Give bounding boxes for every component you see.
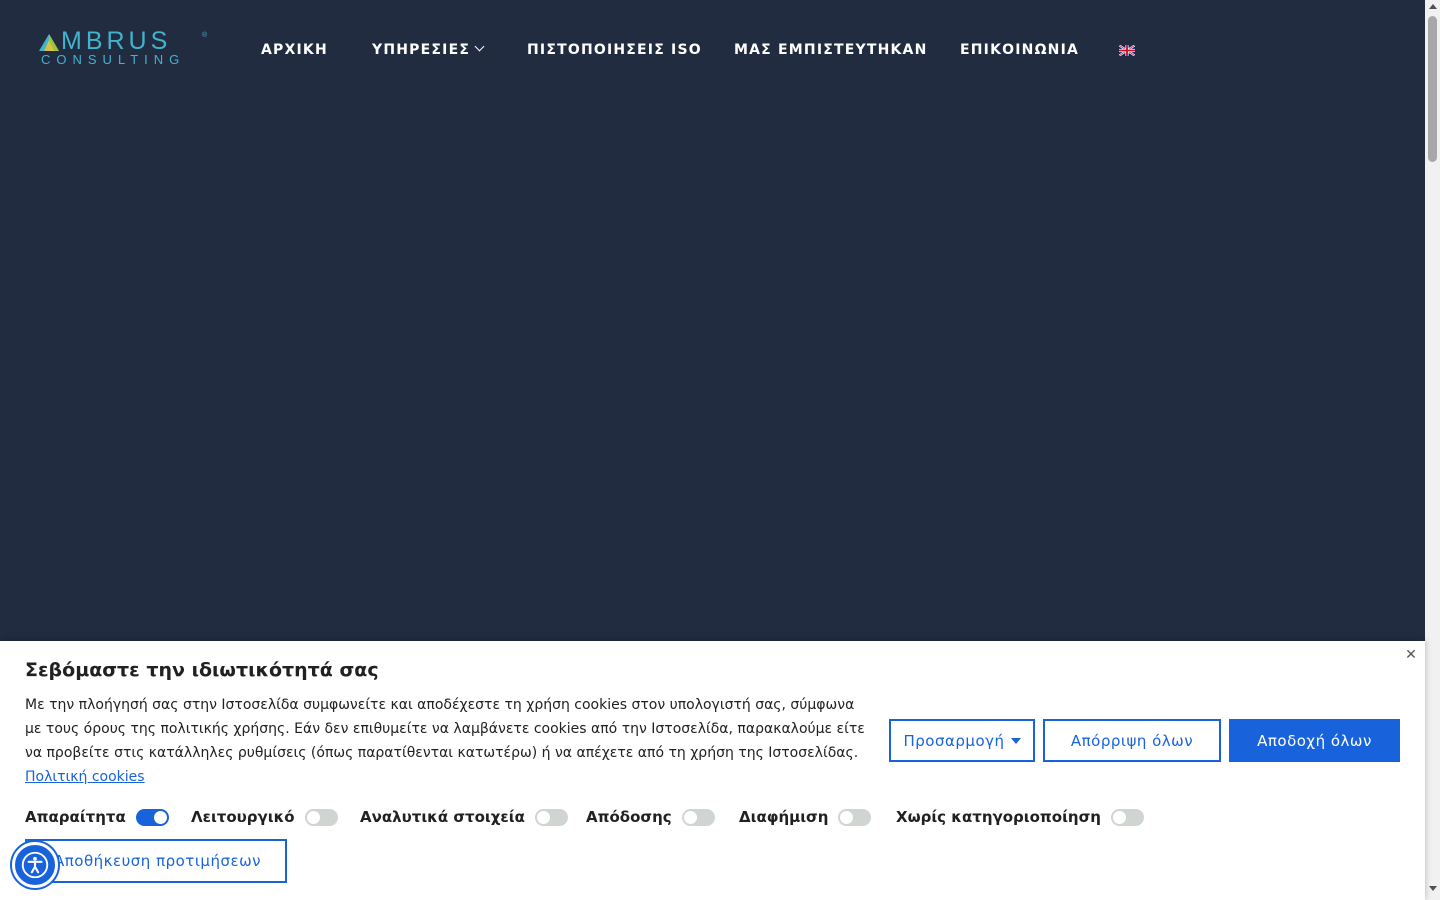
reject-all-button[interactable]: Απόρριψη όλων <box>1043 719 1221 762</box>
toggle-necessary[interactable] <box>135 808 169 826</box>
close-icon[interactable]: ✕ <box>1402 645 1420 663</box>
cookie-category-analytics: Αναλυτικά στοιχεία <box>360 807 568 827</box>
accessibility-figure-icon <box>21 851 49 879</box>
nav-item-iso-certifications[interactable]: ΠΙΣΤΟΠΟΙΗΣΕΙΣ ISO <box>527 42 702 58</box>
uk-flag-icon[interactable] <box>1119 45 1135 56</box>
chevron-down-icon <box>474 41 485 52</box>
cookie-title: Σεβόμαστε την ιδιωτικότητά σας <box>25 659 379 681</box>
nav-item-home[interactable]: ΑΡΧΙΚΗ <box>261 42 328 58</box>
cookie-category-advertising: Διαφήμιση <box>739 807 872 827</box>
save-preferences-button[interactable]: Αποθήκευση προτιμήσεων <box>25 839 287 883</box>
toggle-advertising[interactable] <box>838 808 872 826</box>
caret-down-icon <box>1010 737 1021 744</box>
logo-registered-mark: ® <box>202 32 208 39</box>
accept-all-button[interactable]: Αποδοχή όλων <box>1229 719 1400 762</box>
logo-wordmark: MBRUS <box>61 27 172 55</box>
scroll-down-arrow-icon[interactable] <box>1429 886 1437 891</box>
logo-triangle-icon <box>39 34 59 51</box>
cookie-description: Με την πλοήγησή σας στην Ιστοσελίδα συμφ… <box>25 697 865 785</box>
nav-item-clients[interactable]: ΜΑΣ ΕΜΠΙΣΤΕΥΤΗΚΑΝ <box>734 42 928 58</box>
nav-item-services[interactable]: ΥΠΗΡΕΣΙΕΣ <box>372 41 485 58</box>
accessibility-icon[interactable] <box>12 842 58 888</box>
cookie-category-uncategorized: Χωρίς κατηγοριοποίηση <box>896 807 1144 827</box>
nav-item-contact[interactable]: ΕΠΙΚΟΙΝΩΝΙΑ <box>960 42 1079 58</box>
toggle-performance[interactable] <box>681 808 715 826</box>
cookie-consent-banner: ✕ Σεβόμαστε την ιδιωτικότητά σας Με την … <box>0 641 1425 900</box>
toggle-functional[interactable] <box>304 808 338 826</box>
cookie-category-functional: Λειτουργικό <box>191 807 338 827</box>
page-scrollbar[interactable] <box>1425 0 1440 900</box>
cookie-category-performance: Απόδοσης <box>586 807 715 827</box>
toggle-uncategorized[interactable] <box>1110 808 1144 826</box>
scrollbar-thumb[interactable] <box>1428 16 1437 162</box>
cookie-policy-link[interactable]: Πολιτική cookies <box>25 769 145 785</box>
site-logo[interactable]: MBRUS ® CONSULTING <box>38 27 208 70</box>
logo-subtitle: CONSULTING <box>41 52 186 67</box>
cookie-category-necessary: Απαραίτητα <box>25 807 169 827</box>
customize-button[interactable]: Προσαρμογή <box>889 719 1035 762</box>
site-header: MBRUS ® CONSULTING ΑΡΧΙΚΗ ΥΠΗΡΕΣΙΕΣ ΠΙΣΤ… <box>0 0 1425 100</box>
scroll-up-arrow-icon[interactable] <box>1429 4 1437 9</box>
toggle-analytics[interactable] <box>534 808 568 826</box>
